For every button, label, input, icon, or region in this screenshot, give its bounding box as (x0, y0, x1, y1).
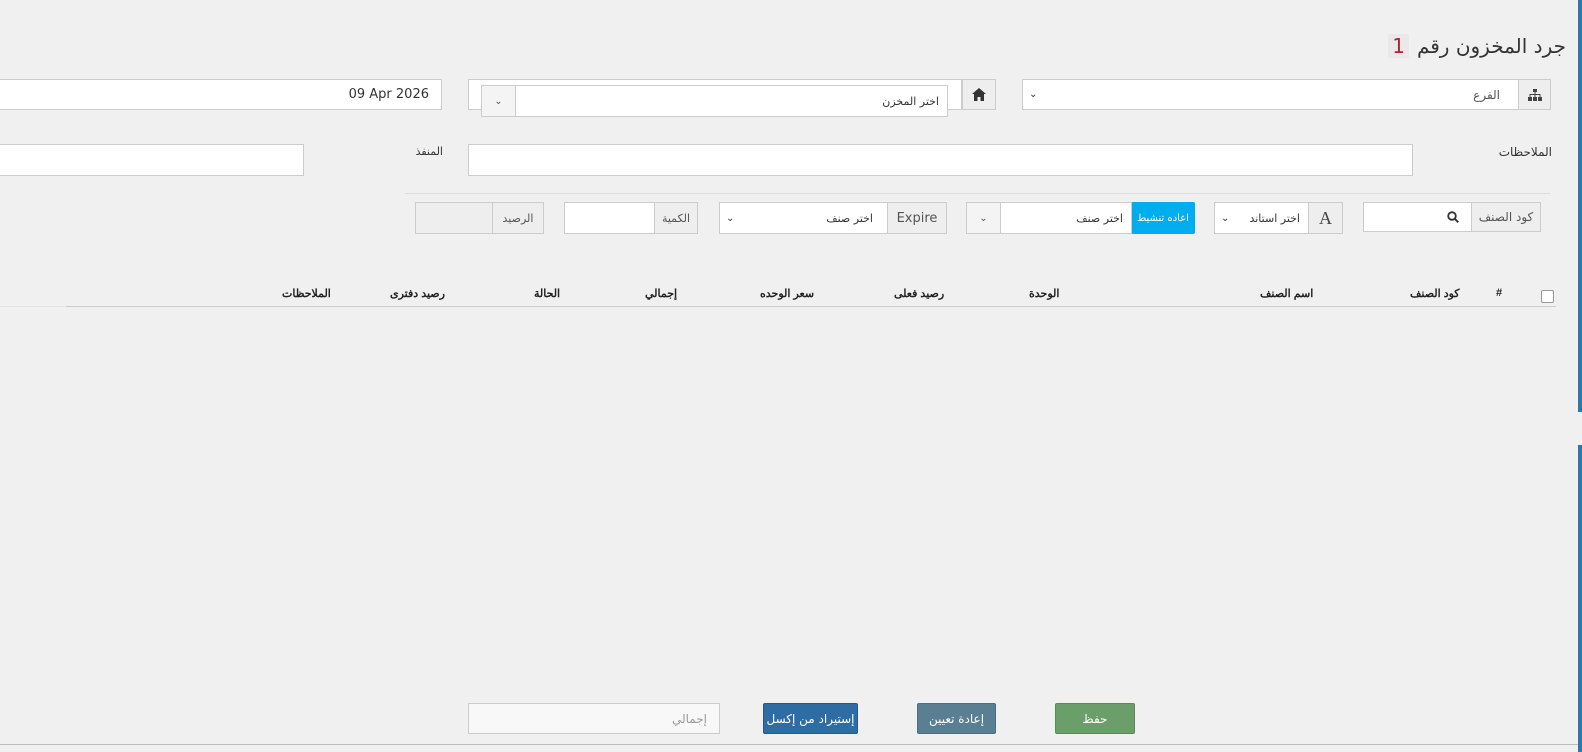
item-select[interactable]: اختر صنف (1000, 202, 1132, 234)
column-header-notes[interactable]: الملاحظات (282, 287, 331, 303)
expire-select-placeholder: اختر صنف (826, 211, 873, 225)
import-excel-button[interactable]: إستيراد من إكسل (763, 703, 858, 734)
notes-label: الملاحظات (1498, 145, 1552, 159)
notes-input[interactable] (468, 144, 1413, 176)
stand-select[interactable]: ⌄ اختر استاند (1214, 202, 1309, 234)
chevron-down-icon: ⌄ (1221, 212, 1230, 224)
total-input: إجمالي (468, 703, 720, 734)
branch-select[interactable]: ⌄ الفرع (1022, 79, 1519, 110)
page-scrollbar-lower[interactable] (1578, 445, 1582, 752)
balance-input (415, 202, 493, 234)
page-title-text: جرد المخزون رقم (1416, 34, 1566, 58)
warehouse-dropdown-toggle[interactable]: ⌄ (481, 85, 516, 117)
column-header-book-balance[interactable]: رصيد دفترى (390, 287, 445, 303)
column-header-item-code[interactable]: كود الصنف (1410, 287, 1460, 303)
column-header-unit-price[interactable]: سعر الوحده (760, 287, 814, 303)
date-input[interactable]: 09 Apr 2026 (0, 79, 442, 110)
chevron-down-icon: ⌄ (494, 95, 503, 107)
save-button[interactable]: حفظ (1055, 703, 1135, 734)
column-header-unit[interactable]: الوحدة (1029, 287, 1059, 303)
quantity-input[interactable] (564, 202, 655, 234)
branch-select-placeholder: الفرع (1473, 87, 1500, 102)
reset-button[interactable]: إعادة تعيين (917, 703, 996, 734)
column-header-actual-balance[interactable]: رصيد فعلى (894, 287, 944, 303)
letter-a-icon: A (1319, 207, 1332, 228)
refresh-button[interactable]: اعاده تنشيط (1131, 202, 1195, 234)
sitemap-icon (1527, 88, 1542, 101)
page-title: جرد المخزون رقم 1 (1388, 32, 1566, 60)
executor-input[interactable] (0, 144, 304, 176)
expire-select[interactable]: ⌄ اختر صنف (719, 202, 888, 234)
column-header-index[interactable]: # (1496, 287, 1502, 303)
column-header-total[interactable]: إجمالي (645, 287, 677, 303)
table-header-divider (66, 306, 1556, 307)
item-dropdown-toggle[interactable]: ⌄ (966, 202, 1001, 234)
item-code-label: كود الصنف (1471, 202, 1541, 232)
select-all-checkbox[interactable] (1541, 290, 1554, 303)
font-type-addon: A (1308, 202, 1343, 234)
home-icon (972, 88, 986, 101)
executor-label: المنفذ (415, 145, 443, 158)
bottom-border (0, 744, 1582, 745)
balance-label: الرصيد (492, 202, 544, 234)
chevron-down-icon: ⌄ (726, 212, 735, 224)
item-select-placeholder: اختر صنف (1076, 211, 1123, 225)
warehouse-home-button[interactable] (962, 79, 996, 110)
quantity-label: الكمية (654, 202, 698, 234)
item-code-input[interactable] (1363, 202, 1472, 232)
column-header-status[interactable]: الحالة (534, 287, 560, 303)
table-header-divider-extension (0, 306, 66, 307)
search-icon (1447, 211, 1459, 223)
warehouse-select[interactable]: اختر المخزن (515, 85, 948, 117)
expire-label: Expire (887, 202, 947, 234)
section-divider (405, 193, 1550, 194)
branch-icon-addon (1518, 79, 1551, 110)
chevron-down-icon: ⌄ (1029, 89, 1038, 100)
stand-select-placeholder: اختر استاند (1249, 211, 1300, 225)
chevron-down-icon: ⌄ (979, 212, 988, 224)
page-scrollbar[interactable] (1578, 0, 1582, 412)
inventory-number: 1 (1388, 34, 1409, 58)
column-header-item-name[interactable]: اسم الصنف (1260, 287, 1313, 303)
warehouse-select-placeholder: اختر المخزن (882, 94, 939, 108)
